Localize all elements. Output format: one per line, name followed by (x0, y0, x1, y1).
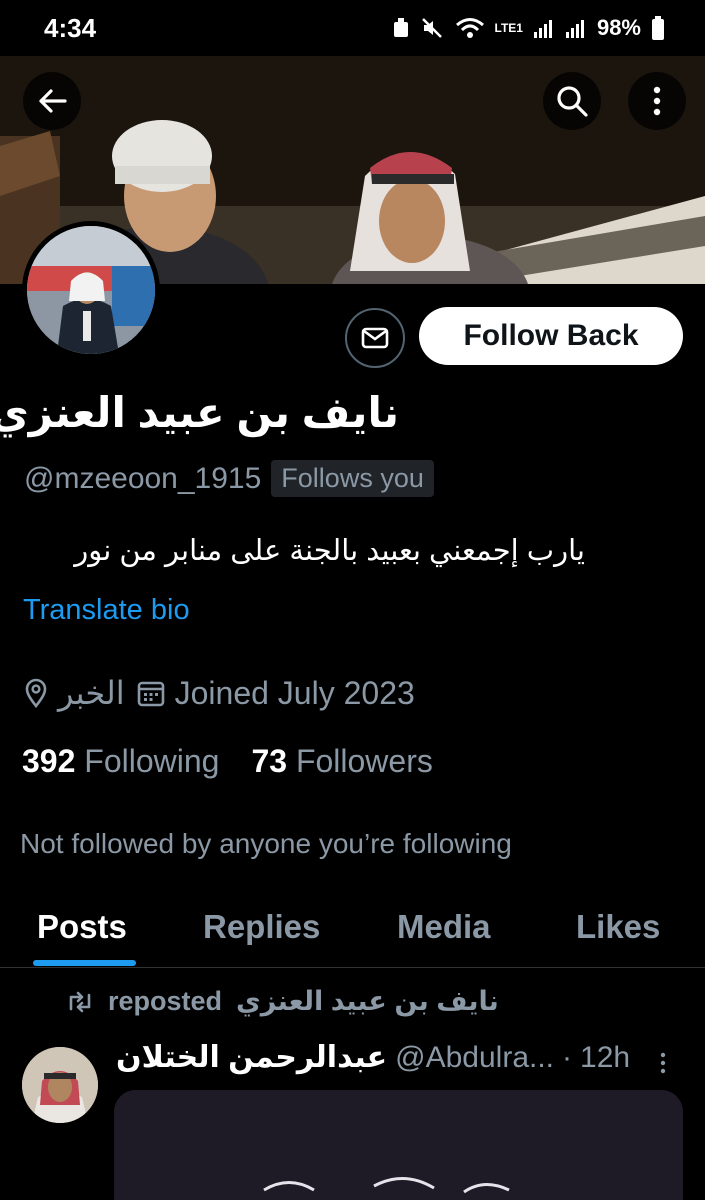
battery-percent: 98% (596, 15, 641, 40)
more-vertical-icon (653, 86, 661, 116)
post-author-handle[interactable]: @Abdulra... (395, 1041, 554, 1075)
following-label: Following (84, 743, 220, 779)
follows-you-badge: Follows you (271, 460, 434, 497)
status-bar: 4:34 LTE1 98% (0, 0, 705, 56)
post-separator: · (562, 1040, 573, 1074)
reposter-name: نايف بن عبيد العنزي (236, 986, 499, 1016)
wifi-icon (455, 18, 484, 38)
tab-replies[interactable]: Replies (203, 908, 320, 946)
following-stat[interactable]: 392 Following (22, 743, 219, 780)
handle-row: @mzeeoon_1915 Follows you (24, 460, 434, 497)
signal-icon (533, 20, 552, 38)
battery-icon (652, 16, 664, 40)
follow-back-button[interactable]: Follow Back (419, 307, 683, 365)
network-label: LTE1 (494, 21, 523, 35)
post-media-image (114, 1090, 683, 1200)
post-media[interactable] (114, 1090, 683, 1200)
signal-icon-2 (565, 20, 584, 38)
more-vertical-icon (660, 1052, 666, 1074)
tab-posts[interactable]: Posts (37, 908, 127, 946)
search-icon (557, 86, 588, 117)
more-options-button[interactable] (628, 72, 686, 130)
recycle-icon (393, 18, 408, 37)
followers-label: Followers (295, 743, 433, 779)
follow-stats: 392 Following 73 Followers (22, 743, 433, 780)
reposted-label: reposted (108, 986, 223, 1016)
joined-text: Joined July 2023 (174, 674, 415, 711)
mail-icon (361, 327, 389, 349)
profile-tabs: Posts Replies Media Likes (0, 880, 705, 968)
location-item: الخبر (24, 674, 125, 712)
post-author-name[interactable]: عبدالرحمن الختلان (116, 1040, 387, 1075)
message-button[interactable] (345, 308, 405, 368)
bio-text: يارب إجمعني بعبيد بالجنة على منابر من نو… (74, 535, 585, 567)
location-pin-icon (25, 678, 47, 708)
back-arrow-icon (39, 89, 67, 113)
repost-icon (69, 991, 91, 1012)
avatar-photo (27, 226, 155, 354)
status-time: 4:34 (44, 12, 97, 43)
post-header: عبدالرحمن الختلان @Abdulra... · 12h (116, 1040, 630, 1075)
repost-context: reposted نايف بن عبيد العنزي (66, 986, 499, 1017)
mute-icon (421, 18, 442, 38)
followers-stat[interactable]: 73 Followers (251, 743, 432, 780)
post-author-avatar[interactable] (22, 1047, 98, 1123)
active-tab-indicator (33, 960, 136, 966)
profile-page: 4:34 LTE1 98% Follow Back نايف بن عبيد ا… (0, 0, 705, 1200)
back-button[interactable] (23, 72, 81, 130)
translate-bio-link[interactable]: Translate bio (23, 594, 190, 627)
profile-avatar[interactable] (22, 221, 160, 359)
display-name: نايف بن عبيد العنزي (0, 389, 399, 436)
tab-likes[interactable]: Likes (576, 908, 660, 946)
search-button[interactable] (543, 72, 601, 130)
profile-meta: الخبر Joined July 2023 (24, 674, 415, 712)
calendar-icon (137, 681, 164, 707)
post-more-button[interactable] (660, 1052, 666, 1079)
following-count: 392 (22, 743, 76, 779)
joined-item: Joined July 2023 (137, 675, 415, 712)
user-handle: @mzeeoon_1915 (24, 461, 262, 495)
location-text: الخبر (58, 675, 125, 711)
not-followed-text: Not followed by anyone you’re following (20, 828, 512, 859)
tab-media[interactable]: Media (397, 908, 491, 946)
status-icons: LTE1 98% (391, 15, 666, 41)
followers-count: 73 (251, 743, 288, 779)
post-timestamp: 12h (580, 1040, 631, 1074)
post-avatar-photo (22, 1047, 98, 1123)
